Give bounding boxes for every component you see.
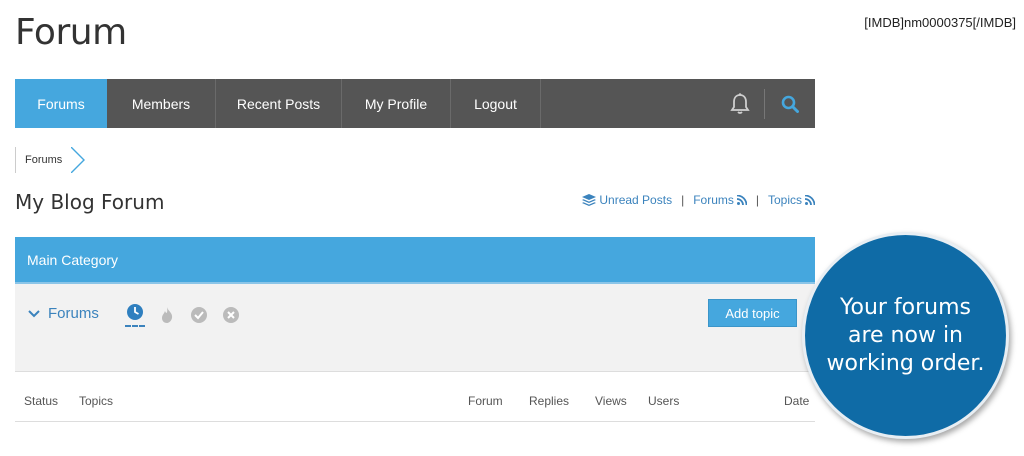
close-circle-icon[interactable]	[221, 305, 241, 325]
column-date[interactable]: Date	[784, 394, 809, 408]
forum-panel: Forums Add topic	[15, 284, 815, 372]
forums-toggle[interactable]: Forums	[28, 305, 99, 322]
main-navbar: Forums Members Recent Posts My Profile L…	[15, 79, 815, 128]
nav-item-members[interactable]: Members	[107, 79, 216, 128]
nav-item-recent-posts[interactable]: Recent Posts	[216, 79, 342, 128]
column-replies[interactable]: Replies	[529, 394, 569, 408]
rss-icon	[805, 195, 815, 205]
column-views[interactable]: Views	[595, 394, 627, 408]
nav-icons	[716, 79, 815, 128]
topics-feed-label: Topics	[767, 193, 802, 207]
forums-feed-label: Forums	[693, 193, 734, 207]
flame-icon[interactable]	[157, 305, 177, 325]
topics-feed-link[interactable]: Topics	[768, 193, 815, 207]
column-status[interactable]: Status	[24, 394, 58, 408]
nav-item-forums[interactable]: Forums	[15, 79, 107, 128]
breadcrumb-arrow-icon	[70, 147, 86, 173]
callout-bubble: Your forums are now in working order.	[802, 232, 1009, 439]
link-separator: |	[681, 193, 685, 207]
filter-icons	[125, 303, 241, 327]
feed-links: Unread Posts | Forums | Topics	[582, 193, 815, 207]
nav-item-my-profile[interactable]: My Profile	[342, 79, 451, 128]
unread-posts-label: Unread Posts	[599, 193, 673, 207]
check-circle-icon[interactable]	[189, 305, 209, 325]
search-icon[interactable]	[765, 79, 815, 128]
breadcrumb: Forums	[15, 147, 86, 173]
topics-table-header: Status Topics Forum Replies Views Users …	[15, 372, 815, 422]
forum-heading: My Blog Forum	[15, 190, 165, 214]
chevron-down-icon	[28, 309, 40, 317]
column-users[interactable]: Users	[648, 394, 679, 408]
nav-item-logout[interactable]: Logout	[451, 79, 541, 128]
unread-posts-link[interactable]: Unread Posts	[582, 193, 672, 207]
forums-toggle-label: Forums	[48, 305, 99, 322]
forums-feed-link[interactable]: Forums	[693, 193, 747, 207]
breadcrumb-item-forums[interactable]: Forums	[15, 147, 72, 173]
column-topics[interactable]: Topics	[79, 394, 113, 408]
link-separator: |	[755, 193, 759, 207]
category-header: Main Category	[15, 237, 815, 284]
add-topic-button[interactable]: Add topic	[708, 299, 797, 327]
bell-icon[interactable]	[716, 79, 764, 128]
clock-icon[interactable]	[125, 303, 145, 327]
column-forum[interactable]: Forum	[468, 394, 503, 408]
rss-icon	[736, 195, 747, 205]
page-title: Forum	[15, 12, 127, 53]
layers-icon	[582, 194, 597, 206]
imdb-tag: [IMDB]nm0000375[/IMDB]	[864, 15, 1016, 30]
